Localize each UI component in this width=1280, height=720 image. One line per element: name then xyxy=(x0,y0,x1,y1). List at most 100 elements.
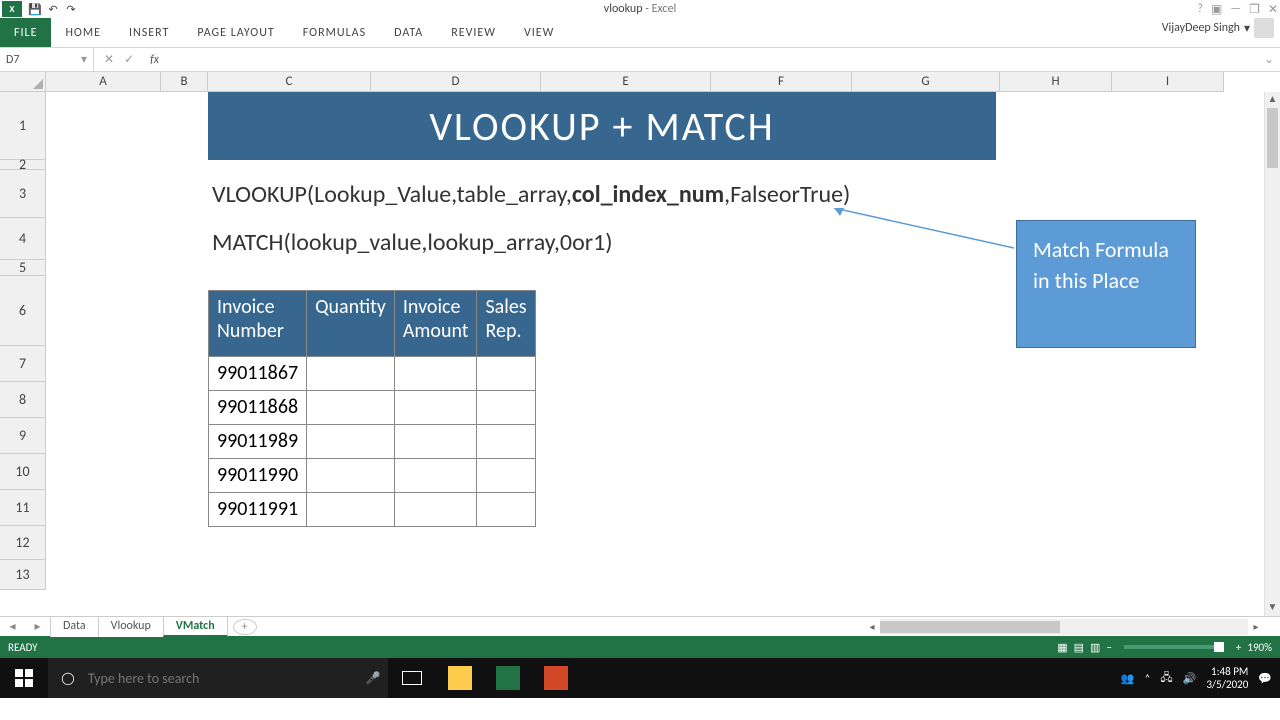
table-cell[interactable]: 99011989 xyxy=(209,425,307,459)
help-icon[interactable]: ? xyxy=(1197,2,1203,17)
expand-formula-bar-icon[interactable]: ⌄ xyxy=(1264,52,1280,67)
enter-icon[interactable]: ✓ xyxy=(124,52,134,67)
table-cell[interactable] xyxy=(394,493,477,527)
row-header-2[interactable]: 2 xyxy=(0,160,46,170)
col-header-I[interactable]: I xyxy=(1112,72,1224,92)
table-cell[interactable] xyxy=(477,357,535,391)
table-cell[interactable] xyxy=(477,425,535,459)
ribbon-tab-view[interactable]: VIEW xyxy=(510,18,568,47)
row-header-11[interactable]: 11 xyxy=(0,490,46,526)
cancel-icon[interactable]: ✕ xyxy=(104,52,114,67)
ribbon-tab-data[interactable]: DATA xyxy=(380,18,437,47)
hscroll-thumb[interactable] xyxy=(880,621,1060,633)
row-header-7[interactable]: 7 xyxy=(0,346,46,382)
row-header-13[interactable]: 13 xyxy=(0,560,46,590)
prev-sheet-icon[interactable]: ◂ xyxy=(9,619,15,634)
network-icon[interactable]: 🖧 xyxy=(1160,669,1172,688)
table-cell[interactable] xyxy=(394,425,477,459)
table-cell[interactable]: 99011867 xyxy=(209,357,307,391)
new-sheet-button[interactable]: + xyxy=(233,619,257,635)
table-cell[interactable] xyxy=(307,425,395,459)
zoom-out-icon[interactable]: − xyxy=(1106,641,1111,654)
row-header-8[interactable]: 8 xyxy=(0,382,46,418)
col-header-F[interactable]: F xyxy=(711,72,852,92)
scroll-down-icon[interactable]: ▼ xyxy=(1265,600,1280,616)
sheet-tab-vmatch[interactable]: VMatch xyxy=(163,616,228,637)
table-cell[interactable]: 99011991 xyxy=(209,493,307,527)
task-view-icon[interactable] xyxy=(388,658,436,698)
row-header-10[interactable]: 10 xyxy=(0,454,46,490)
table-cell[interactable] xyxy=(477,493,535,527)
sheet-tab-data[interactable]: Data xyxy=(50,616,99,637)
mic-icon[interactable]: 🎤 xyxy=(358,671,388,686)
search-input[interactable] xyxy=(88,670,358,687)
row-header-6[interactable]: 6 xyxy=(0,276,46,346)
col-header-D[interactable]: D xyxy=(371,72,541,92)
file-tab[interactable]: FILE xyxy=(0,18,51,47)
cortana-icon[interactable]: ◯ xyxy=(48,671,88,686)
col-header-C[interactable]: C xyxy=(208,72,371,92)
table-cell[interactable] xyxy=(307,459,395,493)
minimize-icon[interactable]: — xyxy=(1230,2,1241,17)
col-header-G[interactable]: G xyxy=(852,72,1000,92)
ribbon-tab-insert[interactable]: INSERT xyxy=(115,18,183,47)
col-header-A[interactable]: A xyxy=(46,72,161,92)
table-cell[interactable]: 99011868 xyxy=(209,391,307,425)
volume-icon[interactable]: 🔊 xyxy=(1183,672,1197,685)
taskbar-search[interactable]: ◯ 🎤 xyxy=(48,658,388,698)
table-cell[interactable] xyxy=(307,357,395,391)
name-box[interactable]: D7▾ xyxy=(0,48,94,71)
next-sheet-icon[interactable]: ▸ xyxy=(34,619,40,634)
ribbon-tab-formulas[interactable]: FORMULAS xyxy=(289,18,380,47)
table-cell[interactable]: 99011990 xyxy=(209,459,307,493)
row-header-9[interactable]: 9 xyxy=(0,418,46,454)
powerpoint-taskbar-icon[interactable] xyxy=(532,658,580,698)
fx-icon[interactable]: fx xyxy=(144,53,165,67)
close-icon[interactable]: ✕ xyxy=(1268,2,1278,17)
save-icon[interactable]: 💾 xyxy=(26,1,44,17)
sheet-tab-vlookup[interactable]: Vlookup xyxy=(98,616,164,637)
ribbon-tab-home[interactable]: HOME xyxy=(51,18,115,47)
vertical-scrollbar[interactable]: ▲ ▼ xyxy=(1264,92,1280,616)
row-header-3[interactable]: 3 xyxy=(0,170,46,218)
restore-icon[interactable]: ❐ xyxy=(1249,2,1260,17)
table-cell[interactable] xyxy=(307,391,395,425)
people-icon[interactable]: 👥 xyxy=(1121,672,1135,685)
horizontal-scrollbar[interactable]: ◂ ▸ xyxy=(864,619,1264,635)
table-cell[interactable] xyxy=(477,391,535,425)
ribbon-options-icon[interactable]: ▣ xyxy=(1211,2,1222,17)
table-cell[interactable] xyxy=(394,357,477,391)
file-explorer-icon[interactable] xyxy=(436,658,484,698)
col-header-H[interactable]: H xyxy=(1000,72,1112,92)
select-all-button[interactable] xyxy=(0,72,46,92)
scroll-right-icon[interactable]: ▸ xyxy=(1248,620,1264,633)
table-cell[interactable] xyxy=(394,391,477,425)
start-button[interactable] xyxy=(0,669,48,687)
row-header-1[interactable]: 1 xyxy=(0,92,46,160)
scrollbar-thumb[interactable] xyxy=(1267,108,1278,168)
page-break-icon[interactable]: ▥ xyxy=(1090,641,1100,654)
table-cell[interactable] xyxy=(307,493,395,527)
row-header-12[interactable]: 12 xyxy=(0,526,46,560)
row-header-5[interactable]: 5 xyxy=(0,260,46,276)
redo-icon[interactable]: ↷ xyxy=(62,1,80,17)
account-name[interactable]: VijayDeep Singh▾ xyxy=(1162,18,1274,38)
page-layout-icon[interactable]: ▤ xyxy=(1074,641,1084,654)
row-header-4[interactable]: 4 xyxy=(0,218,46,260)
table-cell[interactable] xyxy=(394,459,477,493)
scroll-left-icon[interactable]: ◂ xyxy=(864,620,880,633)
zoom-in-icon[interactable]: + xyxy=(1236,641,1241,654)
normal-view-icon[interactable]: ▦ xyxy=(1057,641,1067,654)
notifications-icon[interactable]: 💬 xyxy=(1258,672,1272,685)
tray-up-icon[interactable]: ˄ xyxy=(1144,672,1150,685)
col-header-B[interactable]: B xyxy=(161,72,208,92)
table-cell[interactable] xyxy=(477,459,535,493)
undo-icon[interactable]: ↶ xyxy=(44,1,62,17)
ribbon-tab-page-layout[interactable]: PAGE LAYOUT xyxy=(183,18,288,47)
scroll-up-icon[interactable]: ▲ xyxy=(1265,92,1280,108)
clock[interactable]: 1:48 PM3/5/2020 xyxy=(1206,665,1248,691)
excel-taskbar-icon[interactable] xyxy=(484,658,532,698)
col-header-E[interactable]: E xyxy=(541,72,711,92)
zoom-slider[interactable] xyxy=(1124,645,1224,649)
ribbon-tab-review[interactable]: REVIEW xyxy=(437,18,510,47)
